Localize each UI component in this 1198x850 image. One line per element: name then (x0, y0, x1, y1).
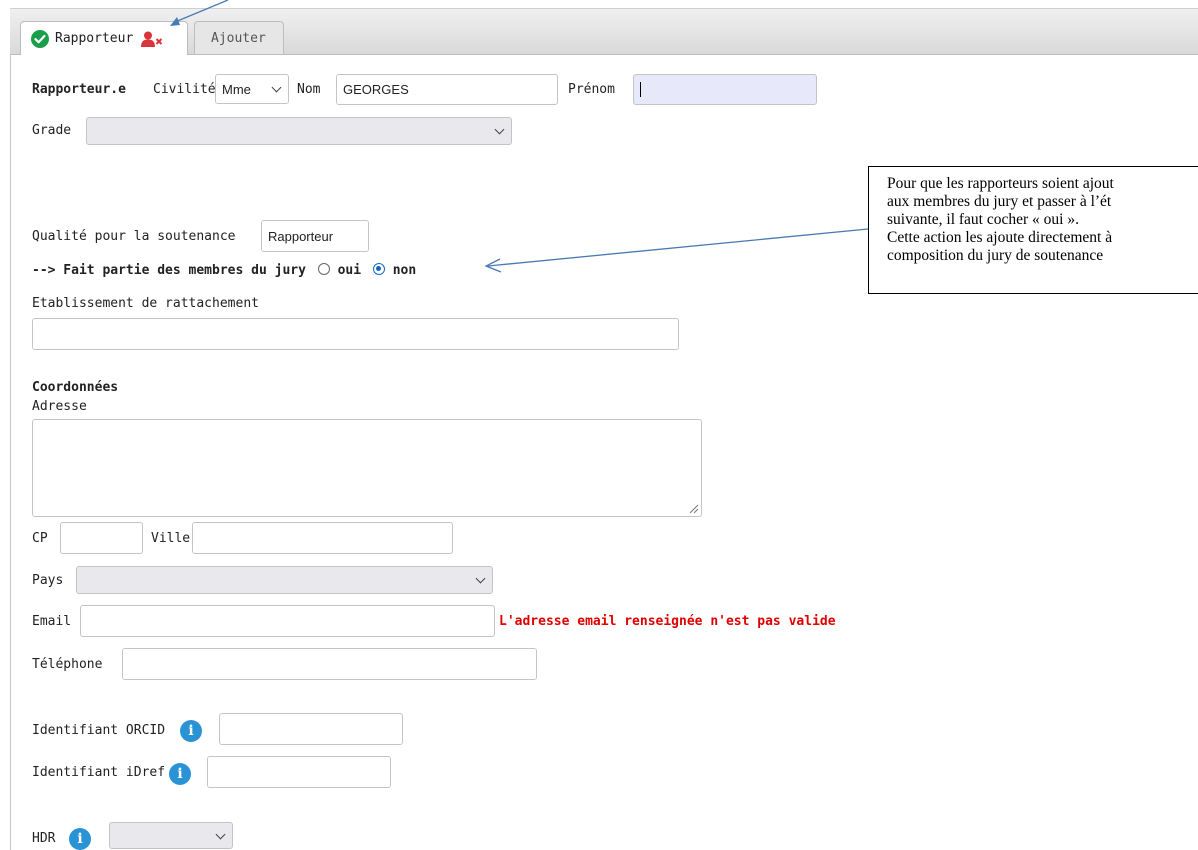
annotation-arrows (170, 0, 869, 273)
arrow-to-tab-head (170, 17, 180, 26)
arrow-to-tab (174, 0, 229, 23)
arrow-to-radio (487, 228, 869, 267)
